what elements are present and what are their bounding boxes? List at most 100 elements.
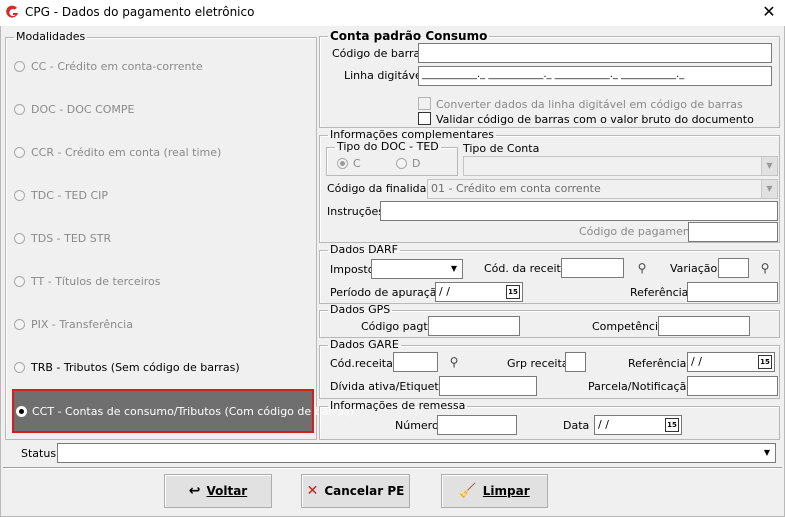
radio-button[interactable] — [14, 104, 25, 115]
modalidade-label: DOC - DOC COMPE — [31, 103, 135, 116]
codigo-pagto-input[interactable] — [428, 316, 520, 336]
voltar-button[interactable]: ↩ Voltar — [164, 474, 272, 508]
modalidade-label: CC - Crédito em conta-corrente — [31, 60, 203, 73]
competencia-label: Competência — [592, 320, 665, 333]
radio-d-label: D — [412, 157, 421, 170]
instrucoes-input[interactable] — [380, 201, 778, 221]
darf-cod-receita-input[interactable] — [561, 258, 624, 278]
conta-padrao-legend: Conta padrão Consumo — [330, 29, 488, 43]
variacao-label: Variação — [670, 262, 718, 275]
gare-referencia-label: Referência — [628, 357, 687, 370]
parcela-notificacao-input[interactable] — [687, 376, 778, 396]
footer-divider — [3, 467, 782, 469]
modalidade-label: PIX - Transferência — [31, 318, 133, 331]
eraser-broom-icon: 🧹 — [459, 483, 477, 499]
validar-checkbox[interactable] — [418, 112, 431, 125]
app-logo-icon — [6, 5, 18, 18]
chevron-down-icon[interactable]: ▼ — [761, 157, 777, 175]
gare-referencia-input[interactable]: / / 15 — [687, 352, 775, 372]
calendar-icon[interactable]: 15 — [758, 355, 772, 369]
linha-digitavel-input[interactable]: ___________._ ___________._ ___________.… — [418, 66, 772, 86]
codigo-pagto-label: Código pagto — [361, 320, 435, 333]
grp-receita-input[interactable] — [565, 352, 586, 372]
darf-referencia-label: Referência — [630, 286, 689, 299]
radio-d[interactable] — [396, 158, 407, 169]
cancelar-pe-label: Cancelar PE — [324, 484, 405, 498]
radio-c[interactable] — [337, 158, 348, 169]
radio-button[interactable] — [14, 233, 25, 244]
calendar-icon[interactable]: 15 — [665, 418, 679, 432]
darf-legend: Dados DARF — [330, 243, 398, 256]
cancel-x-icon: ✕ — [306, 483, 319, 499]
radio-button[interactable] — [14, 276, 25, 287]
modalidades-legend: Modalidades — [16, 30, 86, 43]
modalidade-label: TRB - Tributos (Sem código de barras) — [31, 361, 240, 374]
remessa-group: Informações de remessa — [319, 400, 780, 440]
codigo-pagamento-input[interactable] — [688, 222, 778, 242]
instrucoes-label: Instruções — [327, 205, 385, 218]
imposto-label: Imposto — [330, 263, 375, 276]
chevron-down-icon[interactable]: ▼ — [446, 260, 462, 278]
gare-cod-receita-label: Cód.receita — [330, 357, 393, 370]
chevron-down-icon[interactable]: ▼ — [761, 180, 777, 198]
search-binoculars-icon[interactable]: ⚲ — [443, 352, 465, 372]
tipo-doc-legend: Tipo do DOC - TED — [337, 140, 439, 153]
calendar-icon[interactable]: 15 — [506, 285, 520, 299]
numero-label: Número — [395, 419, 439, 432]
chevron-down-icon[interactable]: ▼ — [759, 444, 775, 462]
back-arrow-icon: ↩ — [188, 483, 201, 499]
data-input[interactable]: / / 15 — [594, 415, 682, 435]
divida-ativa-input[interactable] — [439, 376, 537, 396]
linha-digitavel-label: Linha digitável — [344, 69, 425, 82]
cancelar-pe-button[interactable]: ✕ Cancelar PE — [301, 474, 410, 508]
darf-referencia-input[interactable] — [687, 282, 778, 302]
imposto-select[interactable]: ▼ — [371, 259, 463, 279]
periodo-apuracao-input[interactable]: / / 15 — [435, 282, 523, 302]
codigo-finalidade-select[interactable]: 01 - Crédito em conta corrente ▼ — [427, 179, 778, 199]
codigo-pagamento-label: Código de pagamento — [579, 225, 701, 238]
limpar-button[interactable]: 🧹 Limpar — [441, 474, 548, 508]
tipo-conta-select[interactable]: ▼ — [463, 156, 778, 176]
divida-ativa-label: Dívida ativa/Etiqueta — [330, 380, 446, 393]
variacao-input[interactable] — [718, 258, 749, 278]
data-value: / / — [598, 418, 609, 431]
radio-button[interactable] — [14, 362, 25, 373]
radio-button[interactable] — [14, 190, 25, 201]
modalidade-label: CCR - Crédito em conta (real time) — [31, 146, 222, 159]
gare-legend: Dados GARE — [330, 338, 399, 351]
search-binoculars-icon[interactable]: ⚲ — [631, 258, 653, 278]
limpar-label: Limpar — [482, 484, 530, 498]
remessa-legend: Informações de remessa — [330, 399, 466, 412]
search-binoculars-icon[interactable]: ⚲ — [754, 258, 776, 278]
converter-label: Converter dados da linha digitável em có… — [436, 98, 743, 111]
status-select[interactable]: ▼ — [57, 443, 776, 463]
modalidade-label: TT - Títulos de terceiros — [31, 275, 161, 288]
data-label: Data — [563, 419, 590, 432]
competencia-input[interactable] — [658, 316, 750, 336]
modalidade-label: CCT - Contas de consumo/Tributos (Com có… — [32, 405, 354, 418]
radio-button[interactable] — [14, 147, 25, 158]
modalidade-label: TDC - TED CIP — [31, 189, 109, 202]
darf-cod-receita-label: Cód. da receita — [484, 262, 568, 275]
radio-c-label: C — [353, 157, 361, 170]
converter-checkbox[interactable] — [418, 97, 431, 110]
gare-referencia-value: / / — [691, 355, 702, 368]
radio-button-selected[interactable] — [16, 406, 27, 417]
grp-receita-label: Grp receita — [507, 357, 569, 370]
close-icon[interactable]: ✕ — [758, 2, 780, 22]
validar-label: Validar código de barras com o valor bru… — [436, 113, 754, 126]
radio-button[interactable] — [14, 61, 25, 72]
radio-button[interactable] — [14, 319, 25, 330]
window-title: CPG - Dados do pagamento eletrônico — [25, 5, 255, 19]
periodo-apuracao-label: Período de apuração — [330, 286, 444, 299]
codigo-barras-label: Código de barras — [332, 47, 426, 60]
parcela-notificacao-label: Parcela/Notificação — [588, 380, 694, 393]
modalidade-cct-selected[interactable]: CCT - Contas de consumo/Tributos (Com có… — [12, 389, 354, 433]
codigo-finalidade-label: Código da finalidade — [327, 182, 441, 195]
modalidade-label: TDS - TED STR — [31, 232, 112, 245]
numero-input[interactable] — [437, 415, 517, 435]
periodo-apuracao-value: / / — [439, 285, 450, 298]
codigo-barras-input[interactable] — [418, 43, 772, 63]
gare-cod-receita-input[interactable] — [393, 352, 438, 372]
status-label: Status — [21, 447, 57, 460]
